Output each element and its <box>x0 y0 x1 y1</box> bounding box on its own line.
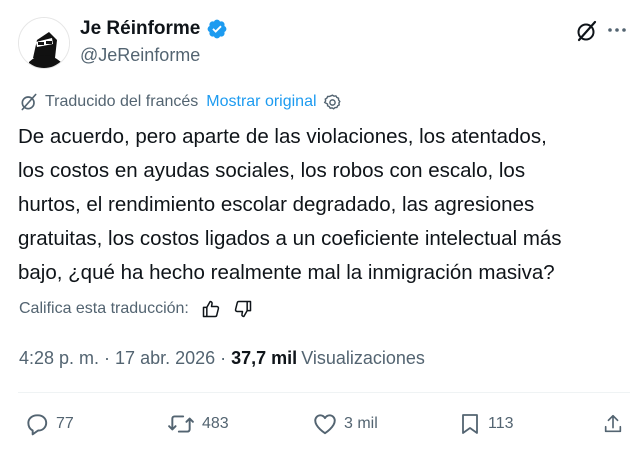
share-icon <box>604 414 622 433</box>
thumbs-down-button[interactable] <box>233 299 253 319</box>
translation-row: Traducido del francés Mostrar original <box>19 92 342 112</box>
tweet-meta-row: 4:28 p. m. · 17 abr. 2026 · 37,7 mil Vis… <box>19 348 425 369</box>
thumbs-up-icon <box>202 300 220 318</box>
tweet-time[interactable]: 4:28 p. m. <box>19 348 99 369</box>
reply-count: 77 <box>56 415 74 432</box>
tweet-date[interactable]: 17 abr. 2026 <box>115 348 215 369</box>
views-count[interactable]: 37,7 mil <box>231 348 297 369</box>
share-button[interactable] <box>602 411 624 437</box>
bookmark-button[interactable]: 113 <box>458 411 514 437</box>
repost-button[interactable]: 483 <box>166 411 229 437</box>
meta-separator: · <box>220 348 227 368</box>
verified-badge-icon <box>207 19 227 39</box>
reply-icon <box>27 414 48 436</box>
settings-icon[interactable] <box>323 93 342 112</box>
bookmark-count: 113 <box>488 415 514 432</box>
thumbs-up-button[interactable] <box>201 299 221 319</box>
thumbs-down-icon <box>234 300 252 318</box>
author-handle[interactable]: @JeReinforme <box>80 45 200 66</box>
views-label[interactable]: Visualizaciones <box>301 348 425 369</box>
meta-separator: · <box>104 348 111 368</box>
like-button[interactable]: 3 mil <box>312 411 378 437</box>
author-display-name[interactable]: Je Réinforme <box>80 18 200 40</box>
rate-translation-row: Califica esta traducción: <box>19 299 253 319</box>
like-count: 3 mil <box>344 415 378 432</box>
rate-translation-label: Califica esta traducción: <box>19 300 189 317</box>
avatar[interactable] <box>18 17 70 69</box>
divider <box>18 392 630 393</box>
reply-button[interactable]: 77 <box>24 411 74 437</box>
grok-icon[interactable] <box>575 19 599 43</box>
tweet-text: De acuerdo, pero aparte de las violacion… <box>18 125 562 284</box>
repost-count: 483 <box>202 415 229 432</box>
bookmark-icon <box>462 414 478 434</box>
translated-from-label: Traducido del francés <box>45 93 199 110</box>
author-name-row[interactable]: Je Réinforme <box>80 18 228 40</box>
repost-icon <box>168 415 194 433</box>
like-icon <box>314 414 336 435</box>
show-original-link[interactable]: Mostrar original <box>206 93 316 111</box>
translate-icon <box>21 93 37 111</box>
more-icon[interactable] <box>606 24 628 36</box>
